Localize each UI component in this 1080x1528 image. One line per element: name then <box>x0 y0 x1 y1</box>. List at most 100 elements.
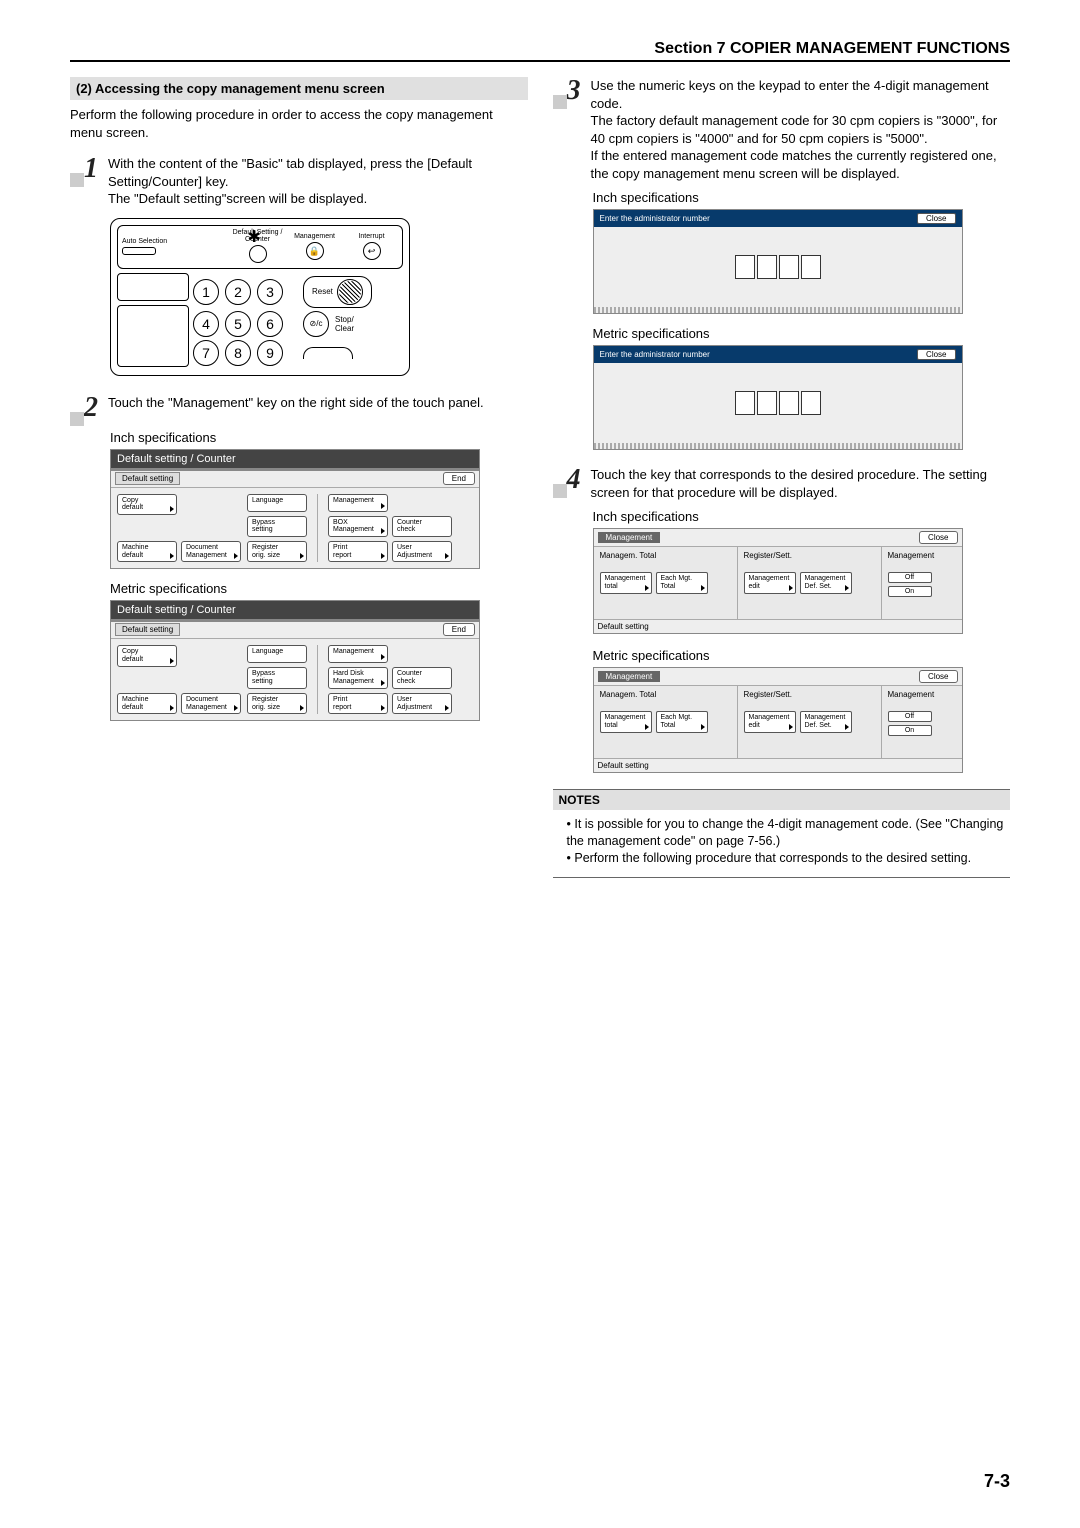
keypad-1: 1 <box>193 279 219 305</box>
step-2: 2 Touch the "Management" key on the righ… <box>70 394 528 422</box>
section-header: Section 7 COPIER MANAGEMENT FUNCTIONS <box>70 40 1010 62</box>
metric-spec-label: Metric specifications <box>593 326 1011 341</box>
machine-default-button: Machine default <box>117 693 177 714</box>
col-title: Management <box>888 690 956 699</box>
end-button: End <box>443 623 475 636</box>
col-title: Register/Sett. <box>744 551 875 560</box>
step-4: 4 Touch the key that corresponds to the … <box>553 466 1011 501</box>
default-setting-panel-inch: Default setting / Counter Default settin… <box>110 449 480 570</box>
col-title: Managem. Total <box>600 551 731 560</box>
metric-spec-label: Metric specifications <box>593 648 1011 663</box>
left-column: (2) Accessing the copy management menu s… <box>70 77 528 878</box>
col-title: Managem. Total <box>600 690 731 699</box>
on-button: On <box>888 725 932 736</box>
print-report-button: Print report <box>328 541 388 562</box>
management-key: 🔒 <box>306 242 324 260</box>
pin-input <box>735 391 821 415</box>
copy-default-button: Copy default <box>117 494 177 515</box>
reset-key: Reset <box>303 276 372 308</box>
counter-check-button: Counter check <box>392 516 452 537</box>
management-button: Management <box>328 494 388 512</box>
management-edit-button: Management edit <box>744 711 796 732</box>
panel-footer: Default setting <box>594 619 962 633</box>
management-panel-metric: Management Close Managem. Total Manageme… <box>593 667 963 773</box>
management-tab: Management <box>598 532 661 543</box>
admin-code-panel-metric: Enter the administrator number Close <box>593 345 963 450</box>
bypass-setting-button: Bypass setting <box>247 516 307 537</box>
star-icon: ✱ <box>248 227 261 247</box>
panel-tab: Default setting <box>115 623 180 636</box>
notes-body: It is possible for you to change the 4-d… <box>553 810 1011 878</box>
step-4-text: Touch the key that corresponds to the de… <box>591 466 1011 501</box>
inch-spec-label: Inch specifications <box>110 430 528 445</box>
auto-selection-label: Auto Selection <box>122 238 170 245</box>
notes-heading: NOTES <box>553 789 1011 810</box>
interrupt-key: ↩ <box>363 242 381 260</box>
management-def-set-button: Management Def. Set. <box>800 711 852 732</box>
interrupt-label: Interrupt <box>345 233 398 240</box>
inch-spec-label: Inch specifications <box>593 190 1011 205</box>
register-orig-size-button: Register orig. size <box>247 693 307 714</box>
keypad-8: 8 <box>225 340 251 366</box>
keypad-2: 2 <box>225 279 251 305</box>
user-adjustment-button: User Adjustment <box>392 541 452 562</box>
col-title: Register/Sett. <box>744 690 875 699</box>
close-button: Close <box>917 349 955 360</box>
pin-input <box>735 255 821 279</box>
page-number: 7-3 <box>984 1471 1010 1492</box>
step-2-text: Touch the "Management" key on the right … <box>108 394 528 412</box>
register-orig-size-button: Register orig. size <box>247 541 307 562</box>
bypass-setting-button: Bypass setting <box>247 667 307 688</box>
copy-default-button: Copy default <box>117 645 177 666</box>
admin-code-panel-inch: Enter the administrator number Close <box>593 209 963 314</box>
metric-spec-label: Metric specifications <box>110 581 528 596</box>
panel-title: Default setting / Counter <box>111 450 479 470</box>
step-3-text-a: Use the numeric keys on the keypad to en… <box>591 77 1011 112</box>
inch-spec-label: Inch specifications <box>593 509 1011 524</box>
col-title: Management <box>888 551 956 560</box>
keypad-7: 7 <box>193 340 219 366</box>
on-button: On <box>888 586 932 597</box>
user-adjustment-button: User Adjustment <box>392 693 452 714</box>
section-title: Section 7 COPIER MANAGEMENT FUNCTIONS <box>654 40 1010 57</box>
machine-default-button: Machine default <box>117 541 177 562</box>
note-item: Perform the following procedure that cor… <box>567 850 1007 867</box>
management-label: Management <box>288 233 341 240</box>
panel-title: Default setting / Counter <box>111 601 479 621</box>
panel-footer: Default setting <box>594 758 962 772</box>
step-1: 1 With the content of the "Basic" tab di… <box>70 155 528 208</box>
admin-prompt: Enter the administrator number <box>600 214 710 223</box>
step-1-text-a: With the content of the "Basic" tab disp… <box>108 155 528 190</box>
language-button: Language <box>247 494 307 512</box>
step-3: 3 Use the numeric keys on the keypad to … <box>553 77 1011 182</box>
keypad-6: 6 <box>257 311 283 337</box>
admin-prompt: Enter the administrator number <box>600 350 710 359</box>
default-setting-key <box>249 245 267 263</box>
note-item: It is possible for you to change the 4-d… <box>567 816 1007 850</box>
management-def-set-button: Management Def. Set. <box>800 572 852 593</box>
document-management-button: Document Management <box>181 693 241 714</box>
keypad-illustration: Auto Selection ✱ Default Setting /Counte… <box>110 218 410 376</box>
subsection-heading: (2) Accessing the copy management menu s… <box>70 77 528 100</box>
harddisk-management-button: Hard Disk Management <box>328 667 388 688</box>
close-button: Close <box>917 213 955 224</box>
counter-check-button: Counter check <box>392 667 452 688</box>
keypad-3: 3 <box>257 279 283 305</box>
stop-clear-label: Stop/ Clear <box>335 315 354 333</box>
close-button: Close <box>919 670 957 683</box>
language-button: Language <box>247 645 307 663</box>
close-button: Close <box>919 531 957 544</box>
each-mgt-total-button: Each Mgt. Total <box>656 711 708 732</box>
step-1-text-b: The "Default setting"screen will be disp… <box>108 190 528 208</box>
off-button: Off <box>888 572 932 583</box>
right-column: 3 Use the numeric keys on the keypad to … <box>553 77 1011 878</box>
management-total-button: Management total <box>600 572 652 593</box>
management-button: Management <box>328 645 388 663</box>
management-panel-inch: Management Close Managem. Total Manageme… <box>593 528 963 634</box>
end-button: End <box>443 472 475 485</box>
intro-text: Perform the following procedure in order… <box>70 106 528 141</box>
keypad-9: 9 <box>257 340 283 366</box>
box-management-button: BOX Management <box>328 516 388 537</box>
print-report-button: Print report <box>328 693 388 714</box>
management-edit-button: Management edit <box>744 572 796 593</box>
